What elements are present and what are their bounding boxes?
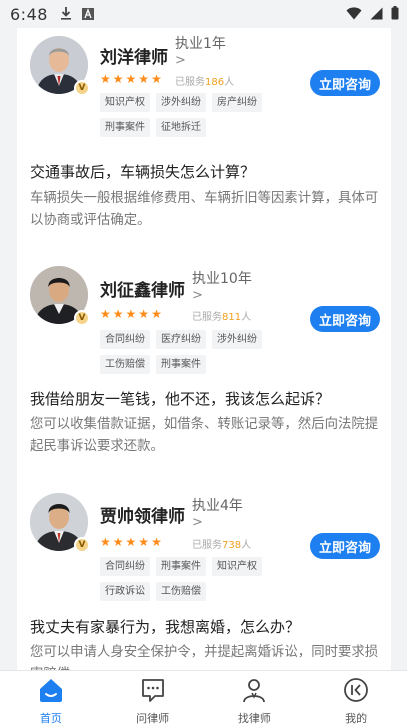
specialty-tag: 涉外纠纷 [156, 93, 206, 112]
served-suffix: 人 [241, 312, 252, 323]
lawyer-card[interactable]: V 刘洋律师 执业1年 > ★ ★ ★ ★ ★ 已服务186人 立即咨询 知识产权 涉外… [17, 28, 391, 271]
profile-icon [343, 677, 369, 707]
tab-label: 问律师 [136, 712, 170, 725]
served-count: 已服务738人 [192, 536, 251, 551]
verified-badge-icon: V [74, 537, 90, 553]
star-icon: ★ [112, 535, 124, 549]
avatar[interactable]: V [30, 266, 90, 326]
star-icon: ★ [112, 72, 124, 86]
tab-find-lawyer[interactable]: 找律师 [204, 671, 306, 725]
chat-icon [140, 677, 166, 707]
star-icon: ★ [100, 535, 111, 549]
star-icon: ★ [138, 535, 150, 549]
experience-years: 执业1年 [175, 36, 226, 52]
question-title[interactable]: 交通事故后，车辆损失怎么计算？ [30, 161, 380, 182]
consult-button[interactable]: 立即咨询 [310, 70, 380, 96]
star-icon: ★ [100, 72, 111, 86]
specialty-tags: 合同纠纷 医疗纠纷 涉外纠纷 工伤赔偿 刑事案件 [100, 330, 280, 374]
specialty-tag: 知识产权 [100, 93, 150, 112]
find-lawyer-icon [241, 677, 267, 707]
font-icon [81, 5, 94, 24]
experience-arrow[interactable]: > [192, 288, 203, 303]
tab-label: 找律师 [237, 712, 271, 725]
tab-ask-lawyer[interactable]: 问律师 [102, 671, 204, 725]
experience-years: 执业10年 [192, 271, 252, 287]
star-icon: ★ [125, 307, 137, 321]
lawyer-feed[interactable]: V 刘洋律师 执业1年 > ★ ★ ★ ★ ★ 已服务186人 立即咨询 知识产权 涉外… [0, 28, 407, 670]
served-number: 738 [222, 540, 242, 551]
specialty-tags: 知识产权 涉外纠纷 房产纠纷 刑事案件 征地拆迁 [100, 93, 280, 137]
star-icon: ★ [151, 535, 162, 549]
lawyer-name[interactable]: 刘征鑫律师 [100, 276, 185, 301]
verified-badge-icon: V [74, 80, 90, 96]
bottom-tab-bar: 首页 问律师 找律师 我的 [0, 670, 407, 725]
lawyer-card[interactable]: V 贾帅领律师 执业4年 > ★ ★ ★ ★ ★ 已服务738人 立即咨询 合同纠纷 刑… [17, 482, 391, 670]
specialty-tag: 合同纠纷 [100, 557, 150, 576]
tab-home[interactable]: 首页 [0, 671, 102, 725]
question-title[interactable]: 我丈夫有家暴行为，我想离婚，怎么办？ [30, 616, 380, 637]
served-suffix: 人 [241, 540, 252, 551]
served-suffix: 人 [224, 77, 235, 88]
question-title[interactable]: 我借给朋友一笔钱，他不还，我该怎么起诉？ [30, 388, 380, 409]
specialty-tag: 工伤赔偿 [156, 582, 206, 601]
star-icon: ★ [151, 307, 162, 321]
tab-label: 我的 [345, 712, 368, 725]
rating-stars: ★ ★ ★ ★ ★ [100, 536, 162, 548]
experience-years: 执业4年 [192, 498, 243, 514]
rating-stars: ★ ★ ★ ★ ★ [100, 308, 162, 320]
lawyer-name[interactable]: 贾帅领律师 [100, 502, 185, 527]
specialty-tag: 刑事案件 [100, 118, 150, 137]
specialty-tag: 行政诉讼 [100, 582, 150, 601]
star-icon: ★ [125, 535, 137, 549]
avatar[interactable]: V [30, 36, 90, 96]
specialty-tag: 医疗纠纷 [156, 330, 206, 349]
star-icon: ★ [138, 307, 150, 321]
star-icon: ★ [100, 307, 111, 321]
specialty-tag: 合同纠纷 [100, 330, 150, 349]
consult-button[interactable]: 立即咨询 [310, 306, 380, 332]
tab-profile[interactable]: 我的 [305, 671, 407, 725]
lawyer-card[interactable]: V 刘征鑫律师 执业10年 > ★ ★ ★ ★ ★ 已服务811人 立即咨询 合同纠纷 … [17, 254, 391, 496]
served-count: 已服务811人 [192, 308, 251, 323]
lawyer-name[interactable]: 刘洋律师 [100, 43, 168, 68]
served-prefix: 已服务 [192, 540, 222, 551]
specialty-tag: 征地拆迁 [156, 118, 206, 137]
star-icon: ★ [112, 307, 124, 321]
specialty-tag: 工伤赔偿 [100, 355, 150, 374]
answer-text: 车辆损失一般根据维修费用、车辆折旧等因素计算，具体可以协商或评估确定。 [30, 191, 379, 228]
specialty-tag: 刑事案件 [156, 557, 206, 576]
experience-arrow[interactable]: > [192, 515, 203, 530]
answer-text: 您可以收集借款证据，如借条、转账记录等，然后向法院提起民事诉讼要求还款。 [30, 417, 379, 454]
specialty-tag: 涉外纠纷 [212, 330, 262, 349]
verified-badge-icon: V [74, 310, 90, 326]
served-number: 811 [222, 312, 242, 323]
experience-arrow[interactable]: > [175, 53, 186, 68]
home-icon [38, 677, 64, 707]
specialty-tag: 刑事案件 [156, 355, 206, 374]
download-icon [60, 5, 72, 24]
battery-icon [391, 5, 399, 24]
star-icon: ★ [125, 72, 137, 86]
rating-stars: ★ ★ ★ ★ ★ [100, 73, 162, 85]
status-bar: 6:48 [0, 0, 407, 28]
specialty-tags: 合同纠纷 刑事案件 知识产权 行政诉讼 工伤赔偿 [100, 557, 280, 601]
tab-label: 首页 [39, 712, 62, 725]
wifi-icon [346, 5, 362, 24]
consult-button[interactable]: 立即咨询 [310, 533, 380, 559]
served-prefix: 已服务 [175, 77, 205, 88]
served-number: 186 [205, 77, 225, 88]
specialty-tag: 知识产权 [212, 557, 262, 576]
served-count: 已服务186人 [175, 73, 234, 88]
star-icon: ★ [151, 72, 162, 86]
served-prefix: 已服务 [192, 312, 222, 323]
avatar[interactable]: V [30, 493, 90, 553]
status-time: 6:48 [10, 4, 48, 24]
star-icon: ★ [138, 72, 150, 86]
specialty-tag: 房产纠纷 [212, 93, 262, 112]
signal-icon [370, 5, 383, 24]
answer-text: 您可以申请人身安全保护令，并提起离婚诉讼，同时要求损害赔偿。 [30, 645, 379, 670]
